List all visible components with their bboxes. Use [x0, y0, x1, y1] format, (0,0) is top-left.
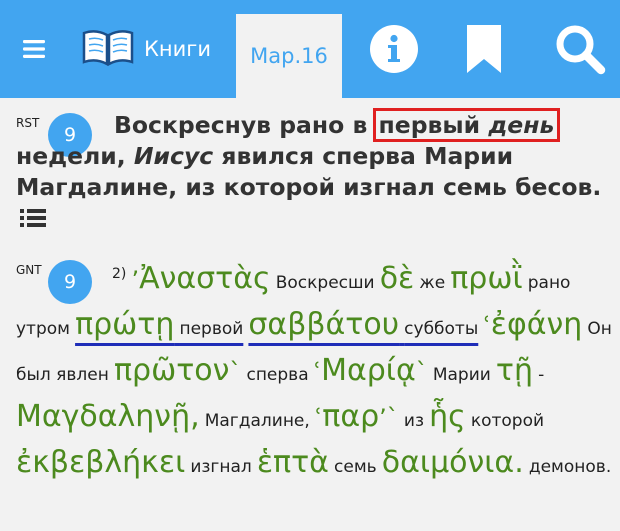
search-icon[interactable]: [551, 0, 609, 98]
greek-word[interactable]: ἧς: [429, 399, 466, 434]
bookmark-icon[interactable]: [462, 0, 506, 98]
text-marker: ˋ: [415, 358, 428, 386]
verse-text-gnt: 2) ’Ἀναστὰς Воскресши δὲ же πρωῒ рано ут…: [16, 254, 612, 488]
russian-gloss: изгнал: [190, 457, 252, 477]
info-icon[interactable]: [366, 0, 422, 98]
greek-word[interactable]: Μαρίᾳ: [321, 353, 416, 388]
text-marker: ’: [131, 266, 140, 294]
russian-gloss: -: [538, 365, 545, 385]
russian-gloss: Марии: [432, 365, 491, 385]
greek-word[interactable]: ἐκβεβλήκει: [16, 445, 185, 480]
text-marker: ’ˋ: [379, 404, 399, 432]
russian-gloss: Магдалине,: [204, 411, 310, 431]
russian-gloss: сперва: [246, 365, 309, 385]
books-label: Книги: [144, 37, 211, 61]
greek-word[interactable]: πρῶτον: [114, 353, 229, 388]
greek-word[interactable]: πρωῒ: [450, 261, 522, 296]
text-marker: ʿ: [483, 312, 491, 340]
top-toolbar: Книги Мар.16: [0, 0, 620, 98]
greek-word[interactable]: τῇ: [496, 353, 533, 388]
verse-text-part: недели,: [16, 142, 126, 170]
greek-word[interactable]: ἐφάνη: [491, 307, 583, 342]
verse-text-part: Воскреснув рано в: [114, 111, 368, 139]
open-book-icon: [80, 27, 136, 71]
russian-gloss: же: [419, 273, 446, 293]
underlined-phrase: πρώτῃ первой: [75, 307, 244, 342]
russian-gloss: из: [403, 411, 424, 431]
greek-word[interactable]: δὲ: [380, 261, 415, 296]
menu-icon[interactable]: [14, 0, 54, 98]
underlined-phrase: σαββάτου субботы: [248, 307, 479, 342]
footnote-marker[interactable]: 2): [112, 266, 126, 282]
list-icon[interactable]: [20, 205, 46, 236]
greek-word[interactable]: δαιμόνια.: [382, 445, 524, 480]
greek-word[interactable]: Μαγδαληνῇ,: [16, 399, 200, 434]
russian-gloss: семь: [334, 457, 377, 477]
books-button[interactable]: Книги: [80, 0, 230, 98]
russian-gloss: первой: [179, 319, 244, 339]
tab-chapter[interactable]: Мар.16: [236, 14, 342, 98]
highlighted-phrase[interactable]: первый день: [372, 108, 561, 142]
greek-word[interactable]: πρώτῃ: [75, 307, 174, 342]
russian-gloss: субботы: [404, 319, 479, 339]
greek-word[interactable]: σαββάτου: [248, 307, 399, 342]
greek-word[interactable]: παρ: [322, 399, 379, 434]
highlight-word: первый: [378, 111, 481, 139]
greek-word[interactable]: Ἀναστὰς: [139, 261, 271, 296]
russian-gloss: которой: [470, 411, 545, 431]
russian-gloss: демонов.: [528, 457, 612, 477]
highlight-word-italic: день: [488, 111, 555, 139]
verse-name-italic: Иисус: [133, 142, 214, 170]
text-marker: ʿ: [313, 358, 322, 386]
verse-text-rst: Воскреснув рано в первый день недели, Ии…: [16, 108, 606, 236]
greek-word[interactable]: ἑπτὰ: [257, 445, 329, 480]
text-marker: ˋ: [229, 358, 242, 386]
russian-gloss: Воскресши: [275, 273, 375, 293]
